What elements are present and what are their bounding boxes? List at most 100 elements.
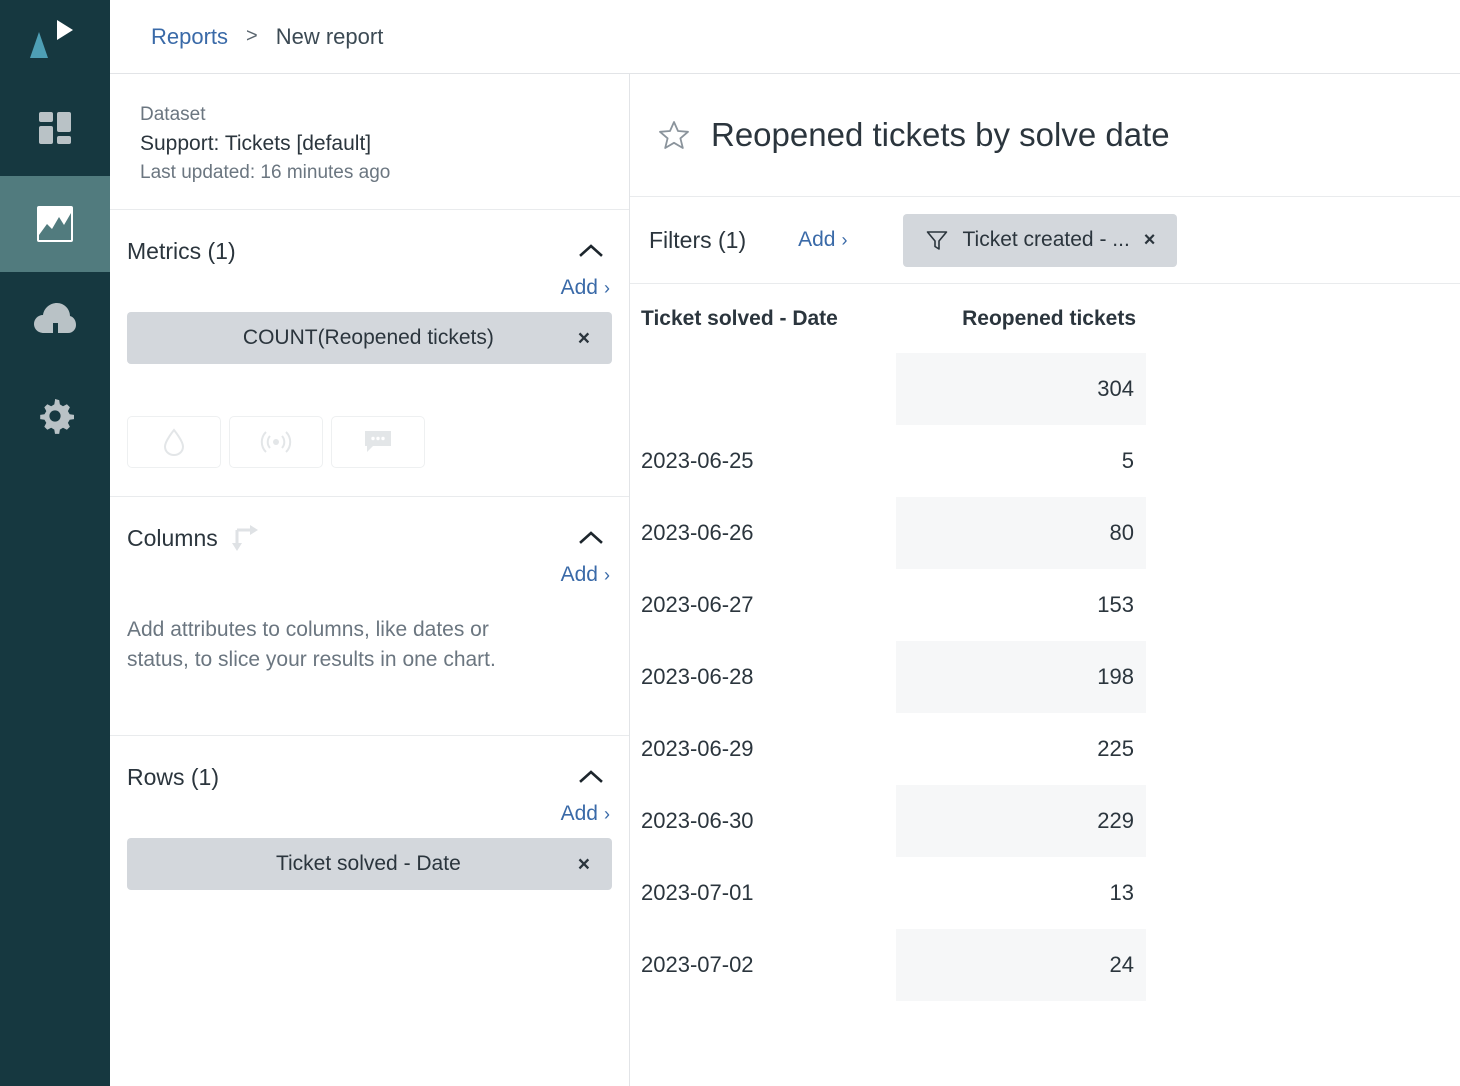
- table-row[interactable]: 2023-06-28 198: [630, 641, 1146, 713]
- sidebar-item-dashboard[interactable]: [0, 80, 110, 176]
- report-main: Reopened tickets by solve date Filters (…: [630, 0, 1460, 1086]
- filters-add-label: Add: [798, 228, 835, 252]
- rows-header: Rows (1): [127, 736, 612, 792]
- rows-add-caret: ›: [604, 805, 610, 823]
- columns-add-button[interactable]: Add ›: [561, 563, 610, 587]
- table-row[interactable]: 2023-07-01 13: [630, 857, 1146, 929]
- cell-date: 2023-06-26: [630, 497, 896, 569]
- column-header-value[interactable]: Reopened tickets: [896, 284, 1146, 353]
- breadcrumb: Reports > New report: [110, 0, 1460, 74]
- rows-title: Rows (1): [127, 764, 219, 791]
- filters-add-button[interactable]: Add ›: [798, 228, 847, 252]
- report-config-panel: Dataset Support: Tickets [default] Last …: [110, 0, 630, 1086]
- rows-add-button[interactable]: Add ›: [561, 802, 610, 826]
- breadcrumb-current: New report: [276, 24, 384, 50]
- metric-chip-remove[interactable]: ×: [578, 328, 590, 349]
- columns-add-caret: ›: [604, 566, 610, 584]
- broadcast-icon: [259, 429, 293, 455]
- transpose-icon: [231, 524, 259, 552]
- cell-date: 2023-07-01: [630, 857, 896, 929]
- table-row[interactable]: 2023-06-27 153: [630, 569, 1146, 641]
- table-header-row: Ticket solved - Date Reopened tickets: [630, 284, 1146, 353]
- breadcrumb-separator: >: [246, 25, 258, 48]
- cell-date: 2023-07-02: [630, 929, 896, 1001]
- dataset-summary[interactable]: Dataset Support: Tickets [default] Last …: [110, 74, 629, 210]
- metrics-add-row: Add ›: [127, 266, 612, 312]
- columns-header: Columns: [127, 497, 612, 553]
- metrics-add-label: Add: [561, 276, 598, 300]
- reports-chart-icon: [36, 205, 74, 243]
- column-header-date[interactable]: Ticket solved - Date: [630, 284, 896, 353]
- cell-date: 2023-06-28: [630, 641, 896, 713]
- filters-label: Filters (1): [649, 227, 746, 254]
- cell-value: 304: [896, 353, 1146, 425]
- comment-icon: [363, 429, 393, 455]
- cell-value: 229: [896, 785, 1146, 857]
- star-outline-icon: [658, 119, 690, 151]
- cell-date: [630, 353, 896, 425]
- app-logo[interactable]: [0, 0, 110, 80]
- rows-section: Rows (1) Add › Ticket solved - Date ×: [110, 736, 629, 920]
- filter-chip-remove[interactable]: ×: [1144, 230, 1156, 250]
- chevron-up-icon: [578, 769, 604, 785]
- table-row[interactable]: 2023-07-02 24: [630, 929, 1146, 1001]
- breadcrumb-reports-link[interactable]: Reports: [151, 24, 228, 50]
- logo-icon: [27, 18, 83, 62]
- cloud-upload-icon: [33, 301, 77, 339]
- comment-button[interactable]: [331, 416, 425, 468]
- metric-chip-label: COUNT(Reopened tickets): [127, 326, 578, 350]
- cell-value: 225: [896, 713, 1146, 785]
- funnel-icon: [925, 228, 949, 252]
- filter-chip-label: Ticket created - ...: [963, 228, 1130, 252]
- drill-button[interactable]: [127, 416, 221, 468]
- sidebar-item-upload[interactable]: [0, 272, 110, 368]
- droplet-icon: [161, 427, 187, 457]
- cell-value: 198: [896, 641, 1146, 713]
- cell-value: 80: [896, 497, 1146, 569]
- metrics-header: Metrics (1): [127, 210, 612, 266]
- cell-value: 13: [896, 857, 1146, 929]
- report-title-bar: Reopened tickets by solve date: [630, 74, 1460, 197]
- report-table-wrap: Ticket solved - Date Reopened tickets 30…: [630, 284, 1460, 1001]
- chevron-up-icon: [578, 530, 604, 546]
- row-chip[interactable]: Ticket solved - Date ×: [127, 838, 612, 890]
- columns-collapse-toggle[interactable]: [570, 526, 612, 550]
- table-row[interactable]: 2023-06-29 225: [630, 713, 1146, 785]
- sidebar-item-reports[interactable]: [0, 176, 110, 272]
- metric-chip[interactable]: COUNT(Reopened tickets) ×: [127, 312, 612, 364]
- rows-collapse-toggle[interactable]: [570, 765, 612, 789]
- app-root: Reports > New report Dataset Support: Ti…: [0, 0, 1460, 1086]
- rows-add-row: Add ›: [127, 792, 612, 838]
- cell-date: 2023-06-30: [630, 785, 896, 857]
- columns-transpose-button[interactable]: [231, 524, 259, 552]
- rows-add-label: Add: [561, 802, 598, 826]
- metrics-add-button[interactable]: Add ›: [561, 276, 610, 300]
- table-row[interactable]: 2023-06-25 5: [630, 425, 1146, 497]
- page-title: Reopened tickets by solve date: [711, 116, 1170, 154]
- columns-title: Columns: [127, 525, 218, 552]
- metrics-section: Metrics (1) Add › COUNT(Reopened tickets…: [110, 210, 629, 497]
- row-chip-label: Ticket solved - Date: [127, 852, 578, 876]
- columns-empty-hint: Add attributes to columns, like dates or…: [127, 599, 547, 735]
- report-table-head: Ticket solved - Date Reopened tickets: [630, 284, 1146, 353]
- row-chip-remove[interactable]: ×: [578, 854, 590, 875]
- live-button[interactable]: [229, 416, 323, 468]
- cell-date: 2023-06-27: [630, 569, 896, 641]
- filter-chip[interactable]: Ticket created - ... ×: [903, 214, 1178, 267]
- report-table-body: 304 2023-06-25 5 2023-06-26 80 2023-06-2…: [630, 353, 1146, 1001]
- table-row[interactable]: 2023-06-26 80: [630, 497, 1146, 569]
- chevron-up-icon: [578, 243, 604, 259]
- favorite-toggle[interactable]: [652, 113, 696, 157]
- table-row[interactable]: 304: [630, 353, 1146, 425]
- sidebar-item-settings[interactable]: [0, 368, 110, 464]
- dataset-name: Support: Tickets [default]: [140, 129, 629, 158]
- metric-tool-buttons: [127, 364, 612, 496]
- dataset-label: Dataset: [140, 100, 629, 129]
- dashboard-icon: [35, 108, 75, 148]
- gear-icon: [35, 396, 75, 436]
- metrics-collapse-toggle[interactable]: [570, 239, 612, 263]
- metrics-title: Metrics (1): [127, 238, 236, 265]
- table-row[interactable]: 2023-06-30 229: [630, 785, 1146, 857]
- cell-value: 153: [896, 569, 1146, 641]
- columns-section: Columns Add: [110, 497, 629, 736]
